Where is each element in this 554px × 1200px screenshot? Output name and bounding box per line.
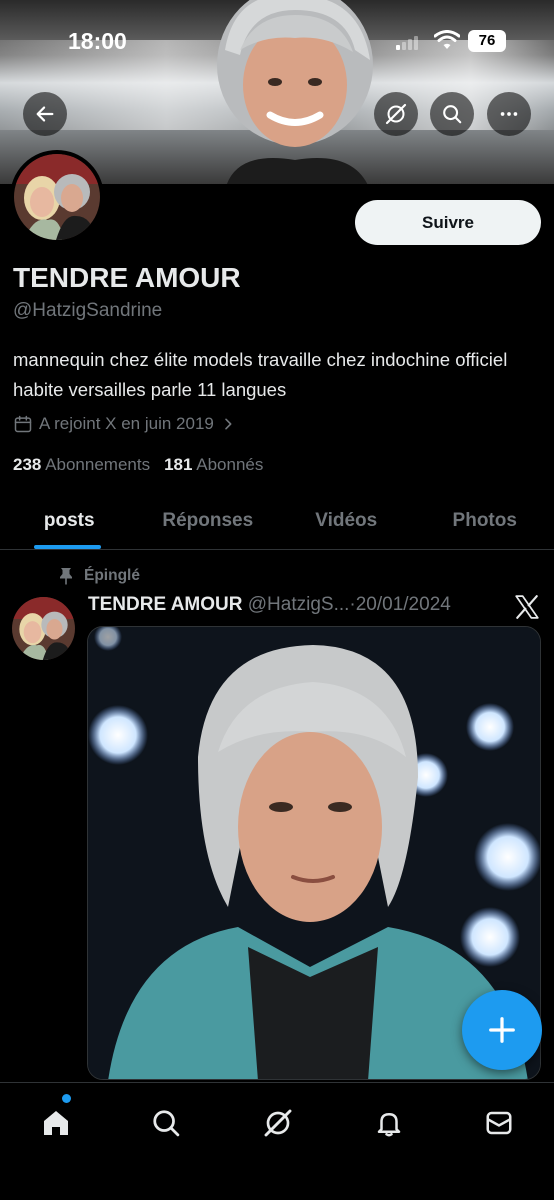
pinned-label: Épinglé bbox=[84, 567, 140, 584]
grok-icon bbox=[264, 1109, 292, 1137]
mail-icon bbox=[486, 1111, 512, 1135]
back-button[interactable] bbox=[23, 92, 67, 136]
search-icon bbox=[443, 105, 462, 124]
pinned-indicator: Épinglé bbox=[58, 567, 140, 585]
bottom-navigation bbox=[0, 1082, 554, 1200]
profile-name: TENDRE AMOUR bbox=[13, 262, 241, 293]
signal-icon bbox=[396, 36, 418, 50]
followers-count: 181 bbox=[164, 455, 193, 474]
more-icon bbox=[500, 112, 518, 116]
nav-notifications[interactable] bbox=[369, 1103, 409, 1143]
post-author-name[interactable]: TENDRE AMOUR bbox=[88, 594, 242, 615]
wifi-icon bbox=[434, 30, 460, 49]
following-label: Abonnements bbox=[45, 455, 151, 474]
status-time: 18:00 bbox=[68, 28, 127, 54]
battery-indicator: 76 bbox=[468, 30, 506, 52]
nav-home[interactable] bbox=[36, 1103, 76, 1143]
profile-avatar[interactable] bbox=[10, 150, 104, 244]
tab-photos[interactable]: Photos bbox=[416, 492, 554, 549]
compose-button[interactable] bbox=[462, 990, 542, 1070]
post-author-handle[interactable]: @HatzigS... bbox=[248, 594, 350, 615]
following-link[interactable]: 238 Abonnements bbox=[13, 455, 150, 474]
grok-button[interactable] bbox=[374, 92, 418, 136]
nav-search[interactable] bbox=[146, 1103, 186, 1143]
x-logo-icon bbox=[515, 595, 539, 619]
plus-icon bbox=[489, 1017, 515, 1043]
arrow-left-icon bbox=[36, 106, 54, 122]
followers-label: Abonnés bbox=[196, 455, 264, 474]
search-icon bbox=[153, 1110, 180, 1137]
bell-icon bbox=[377, 1113, 401, 1137]
nav-grok[interactable] bbox=[258, 1103, 298, 1143]
profile-stats: 238 Abonnements 181 Abonnés bbox=[13, 455, 263, 475]
active-tab-indicator bbox=[34, 545, 101, 549]
profile-tabs: posts Réponses Vidéos Photos bbox=[0, 492, 554, 550]
followers-link[interactable]: 181 Abonnés bbox=[164, 455, 263, 474]
grok-icon bbox=[385, 103, 407, 125]
profile-bio: mannequin chez élite models travaille ch… bbox=[13, 349, 508, 400]
home-icon bbox=[44, 1111, 68, 1135]
joined-label: A rejoint X en juin 2019 bbox=[39, 414, 214, 433]
search-button[interactable] bbox=[430, 92, 474, 136]
tab-replies[interactable]: Réponses bbox=[139, 492, 278, 549]
follow-button[interactable]: Suivre bbox=[355, 200, 541, 245]
nav-messages[interactable] bbox=[479, 1103, 519, 1143]
tab-posts[interactable]: posts bbox=[0, 492, 139, 549]
chevron-right-icon bbox=[225, 418, 232, 430]
more-button[interactable] bbox=[487, 92, 531, 136]
profile-handle: @HatzigSandrine bbox=[13, 300, 163, 321]
following-count: 238 bbox=[13, 455, 42, 474]
calendar-icon bbox=[14, 415, 32, 433]
avatar-image bbox=[12, 597, 75, 660]
joined-date[interactable]: A rejoint X en juin 2019 bbox=[13, 414, 236, 434]
tab-videos[interactable]: Vidéos bbox=[277, 492, 416, 549]
status-bar: 18:00 76 bbox=[0, 0, 554, 80]
pin-icon bbox=[60, 568, 72, 585]
post-header: TENDRE AMOUR @HatzigS...·20/01/2024 bbox=[88, 594, 451, 616]
post-date[interactable]: 20/01/2024 bbox=[356, 594, 451, 615]
post-author-avatar[interactable] bbox=[12, 597, 75, 660]
avatar-image bbox=[14, 154, 100, 240]
home-notification-dot bbox=[62, 1094, 71, 1103]
